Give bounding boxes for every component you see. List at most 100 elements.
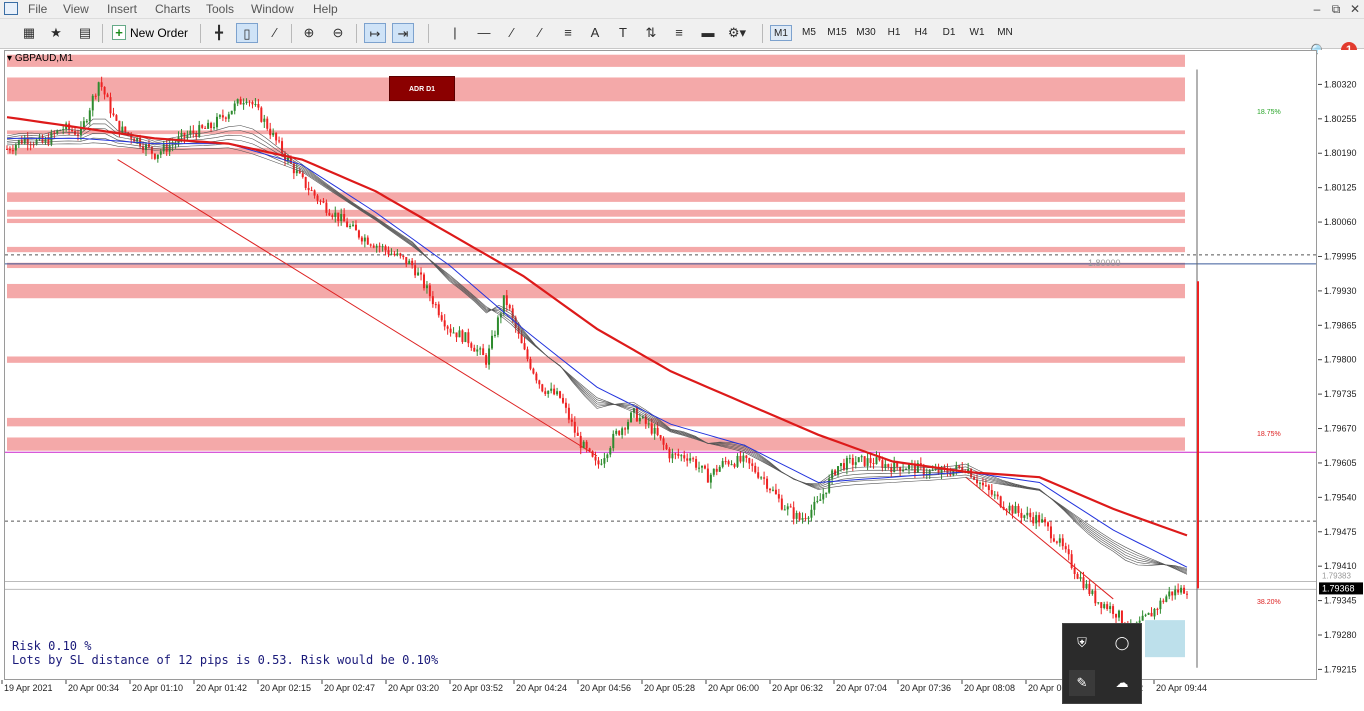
navigator-icon[interactable]: ▤ bbox=[74, 23, 96, 43]
candle-body bbox=[1038, 515, 1041, 523]
candle-body bbox=[363, 237, 366, 242]
candle-body bbox=[774, 489, 777, 495]
zoom-out-icon[interactable]: ⊖ bbox=[327, 23, 349, 43]
fibonacci-fan-icon[interactable]: ≡ bbox=[668, 23, 690, 43]
new-order-button[interactable]: + New Order bbox=[110, 23, 188, 43]
candle-body bbox=[307, 187, 310, 191]
candle-body bbox=[82, 121, 85, 128]
ask-price-label: 1.79383 bbox=[1322, 571, 1351, 580]
supply-zone-10 bbox=[7, 356, 1185, 363]
app-badge-icon[interactable]: ◯ bbox=[1109, 630, 1135, 656]
candle-body bbox=[621, 428, 624, 435]
menu-view[interactable]: View bbox=[63, 2, 89, 16]
candle-body bbox=[496, 317, 499, 335]
candle-body bbox=[795, 513, 798, 519]
candle-body bbox=[360, 237, 363, 242]
timeframe-m15[interactable]: M15 bbox=[824, 25, 850, 41]
supply-zone-1 bbox=[7, 77, 1185, 102]
candle-body bbox=[334, 212, 337, 217]
candle-body bbox=[748, 458, 751, 464]
arrows-icon[interactable]: ⇅ bbox=[640, 23, 662, 43]
candle-body bbox=[41, 136, 44, 143]
autoscroll-icon[interactable]: ↦ bbox=[364, 23, 386, 43]
chart-area[interactable] bbox=[4, 50, 1317, 680]
menu-file[interactable]: File bbox=[28, 2, 47, 16]
candle-body bbox=[766, 478, 769, 489]
minimize-icon[interactable]: – bbox=[1308, 1, 1326, 17]
candle-body bbox=[822, 494, 825, 500]
timeframe-mn[interactable]: MN bbox=[993, 25, 1017, 41]
risk-line-2: Lots by SL distance of 12 pips is 0.53. … bbox=[12, 653, 439, 667]
trendline-icon[interactable]: ∕ bbox=[501, 23, 523, 43]
text-label-icon[interactable]: T bbox=[612, 23, 634, 43]
candle-body bbox=[559, 391, 562, 398]
chart-shift-icon[interactable]: ⇥ bbox=[392, 23, 414, 43]
rectangle-icon[interactable]: ▬ bbox=[697, 23, 719, 43]
close-icon[interactable]: ✕ bbox=[1346, 1, 1364, 17]
timeframe-m30[interactable]: M30 bbox=[853, 25, 879, 41]
candle-body bbox=[845, 458, 848, 470]
timeframe-h1[interactable]: H1 bbox=[883, 25, 905, 41]
candle-body bbox=[491, 335, 494, 349]
adr-d1-button[interactable]: ADR D1 bbox=[389, 76, 455, 101]
candle-body bbox=[402, 255, 405, 258]
bar-chart-icon[interactable]: ╋ bbox=[208, 23, 230, 43]
timeframe-w1[interactable]: W1 bbox=[966, 25, 988, 41]
time-axis: 19 Apr 2021 20 Apr 00:34 20 Apr 01:10 20 Ap… bbox=[0, 680, 1364, 706]
candle-body bbox=[526, 349, 529, 360]
timeframe-m1[interactable]: M1 bbox=[770, 25, 792, 41]
timeframe-h4[interactable]: H4 bbox=[910, 25, 932, 41]
candle-body bbox=[615, 430, 618, 434]
timeframe-d1[interactable]: D1 bbox=[938, 25, 960, 41]
menu-charts[interactable]: Charts bbox=[155, 2, 190, 16]
candle-body bbox=[1005, 509, 1008, 511]
profiles-icon[interactable]: ★ bbox=[45, 23, 67, 43]
candle-body bbox=[851, 458, 854, 465]
candle-body bbox=[757, 472, 760, 478]
menu-help[interactable]: Help bbox=[313, 2, 338, 16]
candle-body bbox=[254, 104, 257, 106]
candle-body bbox=[875, 457, 878, 465]
time-tick-label: 20 Apr 00:34 bbox=[68, 683, 119, 693]
candle-body bbox=[709, 474, 712, 483]
candle-body bbox=[990, 490, 993, 495]
menu-tools[interactable]: Tools bbox=[206, 2, 234, 16]
horizontal-line-icon[interactable]: — bbox=[473, 23, 495, 43]
zoom-in-icon[interactable]: ⊕ bbox=[298, 23, 320, 43]
cloud-icon[interactable]: ☁ bbox=[1109, 670, 1135, 696]
menu-insert[interactable]: Insert bbox=[107, 2, 137, 16]
price-tick-label: 1.79865 bbox=[1324, 320, 1357, 330]
candle-body bbox=[384, 246, 387, 251]
candle-body bbox=[1017, 505, 1020, 513]
shapes-dropdown-icon[interactable]: ⚙▾ bbox=[726, 23, 748, 43]
candle-body bbox=[1014, 505, 1017, 514]
pen-icon[interactable]: ✎ bbox=[1069, 670, 1095, 696]
restore-icon[interactable]: ⧉ bbox=[1327, 1, 1345, 17]
candle-body bbox=[210, 122, 213, 128]
candle-body bbox=[446, 326, 449, 329]
candle-body bbox=[1115, 613, 1118, 618]
vertical-line-icon[interactable]: | bbox=[444, 23, 466, 43]
equidistant-channel-icon[interactable]: ⁄ bbox=[529, 23, 551, 43]
candle-body bbox=[556, 391, 559, 395]
candle-body bbox=[1144, 614, 1147, 616]
new-chart-icon[interactable]: ▦ bbox=[18, 23, 40, 43]
candle-body bbox=[405, 257, 408, 265]
text-icon[interactable]: A bbox=[584, 23, 606, 43]
chart-dropdown-icon[interactable]: ▾ bbox=[7, 53, 12, 64]
security-shield-icon[interactable]: ⛨ bbox=[1069, 630, 1095, 656]
fibonacci-icon[interactable]: ≡ bbox=[557, 23, 579, 43]
candle-body bbox=[153, 153, 156, 159]
candle-body bbox=[319, 200, 322, 202]
candle-body bbox=[207, 122, 210, 129]
candle-body bbox=[88, 110, 91, 122]
candle-body bbox=[609, 448, 612, 455]
menu-window[interactable]: Window bbox=[251, 2, 294, 16]
candle-body bbox=[473, 347, 476, 352]
timeframe-m5[interactable]: M5 bbox=[798, 25, 820, 41]
line-chart-icon[interactable]: ∕ bbox=[264, 23, 286, 43]
chart-canvas[interactable] bbox=[5, 51, 1317, 680]
candle-body bbox=[603, 458, 606, 464]
supply-zone-6 bbox=[7, 218, 1185, 224]
candlestick-icon[interactable]: ▯ bbox=[236, 23, 258, 43]
